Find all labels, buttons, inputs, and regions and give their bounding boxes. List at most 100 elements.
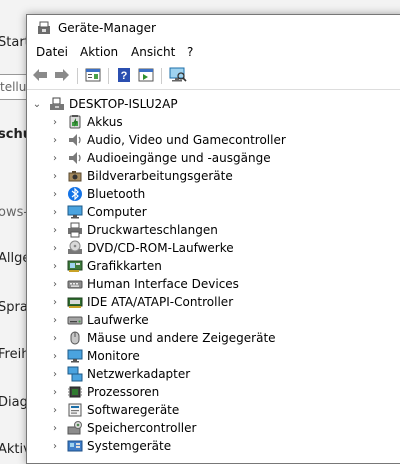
tree-item-label: Bildverarbeitungsgeräte (87, 169, 233, 183)
tree-root[interactable]: ⌄ DESKTOP-ISLU2AP (31, 95, 178, 113)
tree-item-label: Netzwerkadapter (87, 367, 191, 381)
computer-root-icon (49, 96, 65, 112)
tree-item[interactable]: › Audioeingänge und -ausgänge (49, 149, 271, 167)
tree-item-label: Prozessoren (87, 385, 160, 399)
chevron-right-icon[interactable]: › (49, 225, 61, 236)
root-label: DESKTOP-ISLU2AP (69, 97, 178, 111)
chevron-right-icon[interactable]: › (49, 279, 61, 290)
tree-item-label: Audioeingänge und -ausgänge (87, 151, 271, 165)
forward-icon[interactable] (53, 66, 71, 84)
tree-item-label: Laufwerke (87, 313, 149, 327)
chevron-right-icon[interactable]: › (49, 135, 61, 146)
tree-item[interactable]: › Audio, Video und Gamecontroller (49, 131, 286, 149)
toolbar: ? (27, 63, 400, 90)
tree-item-label: Systemgeräte (87, 439, 172, 453)
chevron-right-icon[interactable]: › (49, 207, 61, 218)
chevron-right-icon[interactable]: › (49, 153, 61, 164)
tree-item-label: Akkus (87, 115, 123, 129)
chevron-right-icon[interactable]: › (49, 387, 61, 398)
show-hidden-icon[interactable] (137, 66, 155, 84)
properties-icon[interactable] (84, 66, 102, 84)
tree-item[interactable]: › Bildverarbeitungsgeräte (49, 167, 233, 185)
monitor-icon (67, 348, 83, 364)
help-icon[interactable]: ? (115, 66, 133, 84)
tree-item[interactable]: › Akkus (49, 113, 123, 131)
bg-text-windows: ows- (0, 205, 29, 220)
tree-item-label: Mäuse und andere Zeigegeräte (87, 331, 276, 345)
tree-item-label: Softwaregeräte (87, 403, 180, 417)
software-device-icon (67, 402, 83, 418)
disc-icon (67, 240, 83, 256)
tree-item[interactable]: › Grafikkarten (49, 257, 162, 275)
title-bar[interactable]: Geräte-Manager (27, 15, 400, 43)
chevron-right-icon[interactable]: › (49, 297, 61, 308)
tree-item-label: IDE ATA/ATAPI-Controller (87, 295, 234, 309)
monitor-icon (67, 204, 83, 220)
chevron-right-icon[interactable]: › (49, 315, 61, 326)
speaker-icon (67, 132, 83, 148)
menu-bar: Datei Aktion Ansicht ? (27, 43, 400, 63)
tree-item[interactable]: › Monitore (49, 347, 140, 365)
tree-item[interactable]: › Netzwerkadapter (49, 365, 190, 383)
chevron-right-icon[interactable]: › (49, 369, 61, 380)
tree-item-label: DVD/CD-ROM-Laufwerke (87, 241, 234, 255)
chevron-right-icon[interactable]: › (49, 351, 61, 362)
device-tree: ⌄ DESKTOP-ISLU2AP › Akkus › Audio, Video un… (27, 91, 400, 463)
tree-item-label: Grafikkarten (87, 259, 162, 273)
menu-ansicht[interactable]: Ansicht (131, 45, 175, 59)
printer-icon (67, 222, 83, 238)
tree-item[interactable]: › IDE ATA/ATAPI-Controller (49, 293, 233, 311)
menu-aktion[interactable]: Aktion (80, 45, 118, 59)
network-icon (67, 366, 83, 382)
chevron-right-icon[interactable]: › (49, 441, 61, 452)
tree-item[interactable]: › DVD/CD-ROM-Laufwerke (49, 239, 234, 257)
system-device-icon (67, 438, 83, 454)
device-manager-window: Geräte-Manager Datei Aktion Ansicht ? ? (26, 14, 400, 464)
camera-icon (67, 168, 83, 184)
tree-item[interactable]: › Systemgeräte (49, 437, 171, 455)
bluetooth-icon (67, 186, 83, 202)
speaker-icon (67, 150, 83, 166)
ide-controller-icon (67, 294, 83, 310)
chevron-right-icon[interactable]: › (49, 243, 61, 254)
tree-item-label: Speichercontroller (87, 421, 197, 435)
svg-text:?: ? (121, 70, 128, 82)
tree-item[interactable]: › Bluetooth (49, 185, 145, 203)
tree-item-label: Bluetooth (87, 187, 146, 201)
chevron-down-icon[interactable]: ⌄ (31, 99, 43, 110)
mouse-icon (67, 330, 83, 346)
scan-hardware-icon[interactable] (169, 66, 187, 84)
tree-item-label: Druckwarteschlangen (87, 223, 218, 237)
tree-item[interactable]: › Laufwerke (49, 311, 149, 329)
tree-item-label: Computer (87, 205, 147, 219)
drive-icon (67, 312, 83, 328)
back-icon[interactable] (31, 66, 49, 84)
hid-icon (67, 276, 83, 292)
tree-item[interactable]: › Druckwarteschlangen (49, 221, 218, 239)
battery-icon (67, 114, 83, 130)
display-adapter-icon (67, 258, 83, 274)
tree-item[interactable]: › Computer (49, 203, 147, 221)
menu-datei[interactable]: Datei (36, 45, 68, 59)
tree-item[interactable]: › Prozessoren (49, 383, 159, 401)
menu-help[interactable]: ? (187, 45, 193, 59)
chevron-right-icon[interactable]: › (49, 189, 61, 200)
tree-item[interactable]: › Speichercontroller (49, 419, 196, 437)
tree-item-label: Audio, Video und Gamecontroller (87, 133, 286, 147)
cpu-icon (67, 384, 83, 400)
chevron-right-icon[interactable]: › (49, 423, 61, 434)
chevron-right-icon[interactable]: › (49, 261, 61, 272)
tree-item-label: Human Interface Devices (87, 277, 239, 291)
storage-controller-icon (67, 420, 83, 436)
tree-item[interactable]: › Softwaregeräte (49, 401, 179, 419)
tree-item-label: Monitore (87, 349, 140, 363)
chevron-right-icon[interactable]: › (49, 171, 61, 182)
chevron-right-icon[interactable]: › (49, 333, 61, 344)
device-manager-icon (38, 21, 50, 34)
window-title: Geräte-Manager (58, 21, 156, 35)
chevron-right-icon[interactable]: › (49, 117, 61, 128)
tree-item[interactable]: › Human Interface Devices (49, 275, 239, 293)
tree-item[interactable]: › Mäuse und andere Zeigegeräte (49, 329, 276, 347)
chevron-right-icon[interactable]: › (49, 405, 61, 416)
bg-search-placeholder: tellu (0, 80, 27, 94)
